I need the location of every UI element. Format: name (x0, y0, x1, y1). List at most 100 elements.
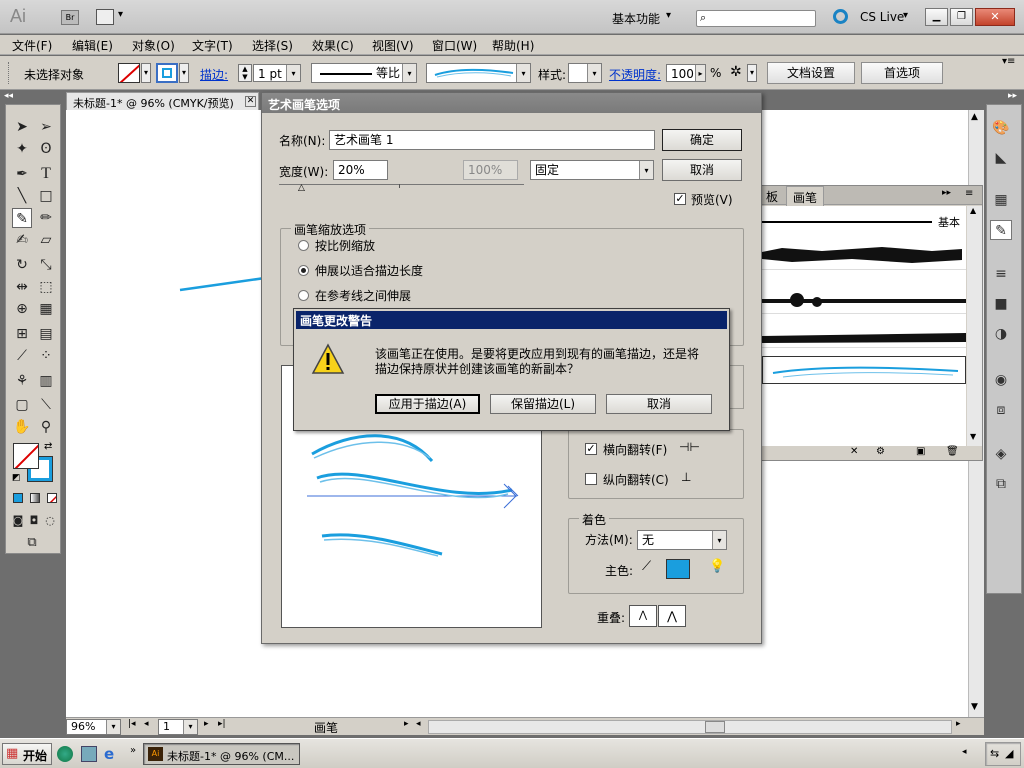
recolor-artwork-icon[interactable]: ✲ (730, 64, 742, 80)
default-colors-icon[interactable]: ◩ (12, 473, 21, 483)
flip-horizontal-checkbox[interactable]: ✓ (585, 443, 597, 455)
free-transform-tool-icon[interactable]: ⬚ (36, 277, 56, 297)
dock-expand-icon[interactable]: ▸▸ (1008, 91, 1017, 101)
brush-dropdown-icon[interactable]: ▾ (516, 64, 530, 82)
width-slider[interactable]: △ (279, 183, 524, 194)
brush-stroke-on-canvas[interactable] (175, 270, 270, 300)
stroke-weight-field[interactable]: 1 pt ▾ (253, 64, 301, 82)
perspective-grid-tool-icon[interactable]: ▦ (36, 299, 56, 319)
stroke-swatch[interactable] (156, 63, 178, 83)
style-dropdown-icon[interactable]: ▾ (587, 64, 601, 82)
arrange-chevron-icon[interactable]: ▾ (118, 9, 123, 20)
apply-to-strokes-button[interactable]: 应用于描边(A) (375, 394, 480, 414)
workspace-chevron-icon[interactable]: ▾ (666, 10, 671, 21)
start-button[interactable]: ▦ 开始 (2, 743, 52, 765)
pencil-tool-icon[interactable]: ✏ (36, 208, 56, 228)
artboard-dropdown-icon[interactable]: ▾ (183, 720, 197, 734)
panel-collapse-icon[interactable]: ▸▸ (942, 188, 951, 198)
restore-button[interactable]: ❐ (950, 8, 973, 26)
zoom-field[interactable]: 96% ▾ (66, 719, 121, 735)
panel-menu-icon[interactable]: ≡ (965, 188, 973, 199)
screen-mode-icon[interactable]: ⧉ (22, 533, 42, 553)
draw-inside-icon[interactable]: ◌ (40, 511, 60, 531)
tab-partial[interactable]: 板 (766, 188, 778, 205)
document-setup-button[interactable]: 文档设置 (767, 62, 855, 84)
flip-vertical-checkbox[interactable] (585, 473, 597, 485)
method-dropdown-icon[interactable]: ▾ (712, 531, 726, 549)
blend-tool-icon[interactable]: ⁘ (36, 346, 56, 366)
blob-brush-tool-icon[interactable]: ✍ (12, 230, 32, 250)
hscroll-right-icon[interactable]: ▸ (956, 719, 961, 729)
eyedropper-tool-icon[interactable]: ⟋ (12, 346, 32, 366)
menu-type[interactable]: 文字(T) (192, 37, 233, 54)
colorization-tips-icon[interactable]: 💡 (709, 559, 725, 574)
stroke-panel-icon[interactable]: ≡ (990, 264, 1012, 284)
appearance-panel-icon[interactable]: ◉ (990, 370, 1012, 390)
rectangle-tool-icon[interactable]: □ (36, 186, 56, 206)
layers-panel-icon[interactable]: ◈ (990, 444, 1012, 464)
scroll-down-icon[interactable]: ▼ (971, 702, 978, 712)
lasso-tool-icon[interactable]: ʘ (36, 139, 56, 159)
menu-file[interactable]: 文件(F) (12, 37, 52, 54)
type-tool-icon[interactable]: T (36, 164, 56, 184)
menu-help[interactable]: 帮助(H) (492, 37, 534, 54)
width-field[interactable]: 20% (333, 160, 388, 180)
colorization-method-dropdown[interactable]: 无 ▾ (637, 530, 727, 550)
fill-dropdown-icon[interactable]: ▾ (141, 63, 151, 83)
color-mode-icon[interactable] (13, 493, 23, 503)
document-tab[interactable]: 未标题-1* @ 96% (CMYK/预览) ✕ (66, 92, 259, 110)
control-bar-grip[interactable] (8, 62, 11, 84)
horizontal-scrollbar[interactable] (428, 720, 952, 734)
selection-tool-icon[interactable]: ➤ (12, 117, 32, 137)
rotate-tool-icon[interactable]: ↻ (12, 255, 32, 275)
menu-edit[interactable]: 编辑(E) (72, 37, 113, 54)
graphic-styles-panel-icon[interactable]: ⧈ (990, 400, 1012, 420)
overlap-adjust-button[interactable]: ⋀ (629, 605, 657, 627)
hand-tool-icon[interactable]: ✋ (12, 417, 32, 437)
shape-builder-tool-icon[interactable]: ⊕ (12, 299, 32, 319)
tray-network-icon[interactable]: ⇆ (990, 747, 999, 760)
search-help-field[interactable]: ⌕ (696, 10, 816, 27)
symbol-sprayer-tool-icon[interactable]: ⚘ (12, 371, 32, 391)
first-artboard-icon[interactable]: |◂ (128, 719, 136, 729)
zoom-tool-icon[interactable]: ⚲ (36, 417, 56, 437)
workspace-switcher[interactable]: 基本功能 (612, 10, 660, 27)
arrange-documents-icon[interactable] (96, 9, 114, 25)
tools-collapse-icon[interactable]: ◂◂ (4, 91, 13, 101)
scroll-up-icon[interactable]: ▲ (971, 112, 978, 122)
opacity-arrow-icon[interactable]: ▸ (695, 65, 705, 81)
variable-width-profile[interactable]: 等比 ▾ (311, 63, 417, 83)
tray-collapse-icon[interactable]: ◂ (962, 747, 967, 757)
tray-volume-icon[interactable]: ◢ (1005, 747, 1013, 760)
width-mode-dropdown-icon[interactable]: ▾ (639, 161, 653, 179)
hscroll-left-icon[interactable]: ◂ (416, 719, 421, 729)
overlap-no-adjust-button[interactable]: ⋀ (658, 605, 686, 627)
scale-proportionally-radio[interactable] (298, 240, 309, 251)
status-menu-icon[interactable]: ▸ (404, 719, 409, 729)
stroke-label-link[interactable]: 描边: (200, 66, 228, 83)
next-artboard-icon[interactable]: ▸ (204, 719, 209, 729)
gradient-mode-icon[interactable] (30, 493, 40, 503)
remove-brush-stroke-icon[interactable]: ✕ (850, 446, 858, 457)
key-color-swatch[interactable] (666, 559, 690, 579)
menu-effect[interactable]: 效果(C) (312, 37, 354, 54)
paintbrush-tool-icon[interactable]: ✎ (12, 208, 32, 228)
color-panel-icon[interactable]: 🎨 (990, 118, 1012, 138)
width-mode-dropdown[interactable]: 固定 ▾ (530, 160, 654, 180)
brush-definition-dropdown[interactable]: ▾ (426, 63, 531, 83)
none-mode-icon[interactable] (47, 493, 57, 503)
swap-fill-stroke-icon[interactable]: ⇄ (44, 441, 52, 452)
opacity-field[interactable]: 100 ▸ (666, 64, 706, 82)
cs-live-chevron-icon[interactable]: ▾ (903, 10, 908, 21)
gradient-panel-icon[interactable]: ■ (990, 294, 1012, 314)
cancel-button[interactable]: 取消 (662, 159, 742, 181)
menu-window[interactable]: 窗口(W) (432, 37, 477, 54)
brush-name-field[interactable]: 艺术画笔 1 (329, 130, 655, 150)
close-tab-icon[interactable]: ✕ (245, 96, 256, 107)
fill-swatch[interactable] (118, 63, 140, 83)
new-brush-icon[interactable]: ▣ (916, 446, 925, 457)
prev-artboard-icon[interactable]: ◂ (144, 719, 149, 729)
stroke-weight-dropdown-icon[interactable]: ▾ (286, 65, 300, 81)
swatches-panel-icon[interactable]: ▦ (990, 190, 1012, 210)
brush-options-icon[interactable]: ⚙ (876, 446, 885, 457)
